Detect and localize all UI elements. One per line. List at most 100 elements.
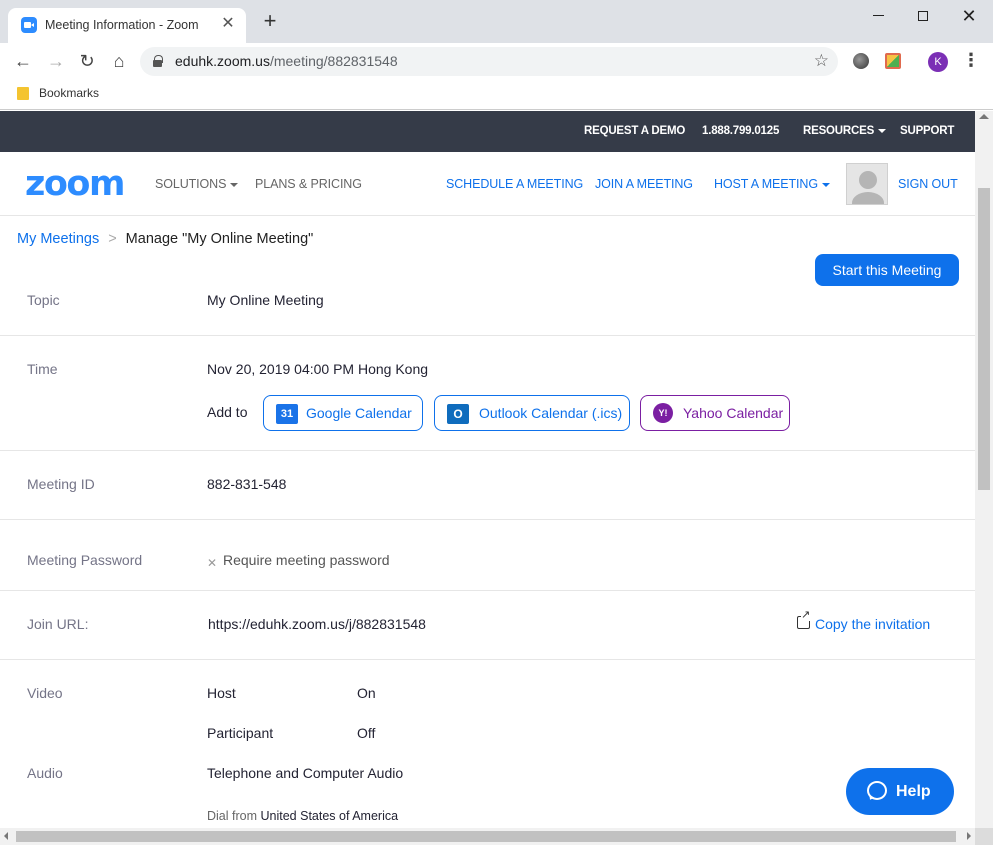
bookmarks-folder[interactable]: Bookmarks: [39, 86, 99, 100]
top-utility-bar: REQUEST A DEMO 1.888.799.0125 RESOURCES …: [0, 111, 975, 152]
url-text: eduhk.zoom.us/meeting/882831548: [175, 53, 398, 69]
scrollbar-corner: [975, 828, 993, 845]
join-meeting-link[interactable]: JOIN A MEETING: [595, 177, 693, 191]
help-button[interactable]: Help: [846, 768, 954, 815]
vertical-scroll-thumb[interactable]: [978, 188, 990, 490]
window-maximize-button[interactable]: [900, 4, 946, 30]
breadcrumb-separator: >: [108, 231, 117, 247]
star-icon[interactable]: ☆: [814, 51, 829, 71]
browser-tab[interactable]: Meeting Information - Zoom ✕: [8, 8, 246, 43]
host-meeting-label: HOST A MEETING: [714, 177, 818, 191]
meeting-id-value: 882-831-548: [207, 476, 287, 492]
reload-icon[interactable]: ↻: [75, 49, 99, 73]
solutions-menu[interactable]: SOLUTIONS: [155, 177, 239, 191]
copy-invitation-link[interactable]: Copy the invitation: [815, 616, 930, 632]
google-calendar-icon: 31: [276, 404, 298, 424]
folder-icon: [17, 87, 29, 100]
host-video-value: On: [357, 685, 376, 701]
join-url-value: https://eduhk.zoom.us/j/882831548: [208, 616, 426, 632]
zoom-favicon-icon: [21, 17, 37, 33]
chat-bubble-icon: [867, 781, 887, 800]
schedule-meeting-link[interactable]: SCHEDULE A MEETING: [446, 177, 583, 191]
extension-icon[interactable]: [853, 53, 869, 69]
time-value: Nov 20, 2019 04:00 PM Hong Kong: [207, 361, 429, 377]
breadcrumb: My Meetings > Manage "My Online Meeting": [17, 231, 313, 247]
resources-menu[interactable]: RESOURCES: [803, 125, 887, 137]
horizontal-scroll-thumb[interactable]: [16, 831, 956, 842]
outlook-calendar-label: Outlook Calendar (.ics): [479, 405, 623, 421]
row-divider: [0, 519, 975, 520]
menu-icon[interactable]: ⋮: [962, 51, 980, 71]
row-divider: [0, 335, 975, 336]
scroll-left-icon[interactable]: [4, 832, 8, 840]
horizontal-scrollbar[interactable]: [0, 828, 975, 845]
video-label: Video: [27, 685, 63, 701]
chevron-down-icon: [821, 182, 830, 187]
tab-close-icon[interactable]: ✕: [218, 14, 238, 34]
support-link[interactable]: SUPPORT: [900, 125, 954, 137]
new-tab-button[interactable]: +: [258, 10, 282, 34]
password-label: Meeting Password: [27, 552, 143, 568]
sign-out-link[interactable]: SIGN OUT: [898, 177, 958, 191]
scroll-up-icon[interactable]: [979, 114, 989, 119]
password-value: Require meeting password: [223, 552, 390, 568]
row-divider: [0, 659, 975, 660]
host-video-label: Host: [207, 685, 236, 701]
request-demo-link[interactable]: REQUEST A DEMO: [584, 125, 685, 137]
participant-video-label: Participant: [207, 725, 274, 741]
vertical-scrollbar[interactable]: [975, 111, 993, 828]
window-close-button[interactable]: ✕: [946, 4, 992, 30]
scroll-right-icon[interactable]: [967, 832, 971, 840]
plans-pricing-link[interactable]: PLANS & PRICING: [255, 177, 362, 191]
yahoo-icon: Y!: [653, 403, 673, 423]
chevron-down-icon: [878, 128, 887, 133]
outlook-calendar-button[interactable]: O Outlook Calendar (.ics): [434, 395, 630, 431]
add-to-label: Add to: [207, 404, 248, 420]
zoom-logo[interactable]: zoom: [25, 164, 125, 204]
main-navigation: zoom SOLUTIONS PLANS & PRICING SCHEDULE …: [0, 152, 975, 216]
start-meeting-button[interactable]: Start this Meeting: [815, 254, 959, 286]
host-meeting-menu[interactable]: HOST A MEETING: [714, 177, 830, 191]
outlook-icon: O: [447, 404, 469, 424]
meeting-details: My Meetings > Manage "My Online Meeting" S…: [0, 217, 975, 828]
share-icon[interactable]: [797, 610, 811, 629]
help-label: Help: [896, 783, 931, 800]
solutions-label: SOLUTIONS: [155, 177, 227, 191]
join-url-label: Join URL:: [27, 616, 89, 632]
cast-extension-icon[interactable]: [885, 53, 901, 69]
dial-from-row: Dial from United States of America: [207, 809, 398, 823]
browser-toolbar: ← → ↻ ⌂ eduhk.zoom.us/meeting/882831548 …: [0, 43, 993, 79]
close-icon: ✕: [207, 556, 218, 570]
google-calendar-button[interactable]: 31 Google Calendar: [263, 395, 423, 431]
user-avatar[interactable]: [846, 163, 888, 205]
resources-label: RESOURCES: [803, 125, 875, 137]
home-icon[interactable]: ⌂: [107, 49, 131, 73]
address-bar[interactable]: eduhk.zoom.us/meeting/882831548 ☆: [140, 47, 838, 76]
bookmarks-bar: Bookmarks: [0, 79, 993, 110]
maximize-icon: [918, 10, 928, 21]
topic-value: My Online Meeting: [207, 292, 324, 308]
profile-avatar[interactable]: K: [928, 52, 948, 72]
audio-label: Audio: [27, 765, 63, 781]
breadcrumb-current: Manage "My Online Meeting": [125, 231, 314, 247]
participant-video-value: Off: [357, 725, 376, 741]
topic-label: Topic: [27, 292, 60, 308]
lock-icon: [153, 55, 163, 67]
audio-value: Telephone and Computer Audio: [207, 765, 404, 781]
yahoo-calendar-button[interactable]: Y! Yahoo Calendar: [640, 395, 790, 431]
dial-from-label: Dial from: [207, 809, 258, 823]
browser-titlebar: Meeting Information - Zoom ✕ + ✕: [0, 0, 993, 43]
phone-link[interactable]: 1.888.799.0125: [702, 125, 779, 137]
minimize-icon: [872, 15, 884, 17]
breadcrumb-my-meetings[interactable]: My Meetings: [17, 231, 99, 247]
tab-title: Meeting Information - Zoom: [45, 18, 199, 32]
time-label: Time: [27, 361, 58, 377]
meeting-id-label: Meeting ID: [27, 476, 95, 492]
window-minimize-button[interactable]: [855, 4, 901, 30]
row-divider: [0, 590, 975, 591]
dial-from-value: United States of America: [260, 809, 399, 823]
chevron-down-icon: [230, 182, 239, 187]
back-icon[interactable]: ←: [11, 49, 35, 73]
forward-icon[interactable]: →: [44, 49, 68, 73]
url-path: /meeting/882831548: [269, 53, 398, 69]
